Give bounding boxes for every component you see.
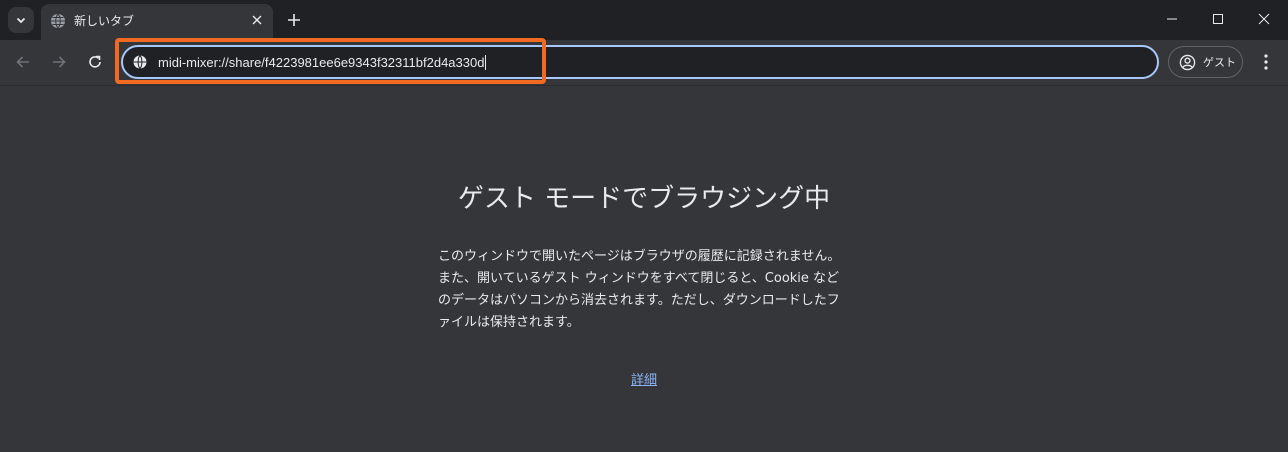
guest-mode-page: ゲスト モードでブラウジング中 このウィンドウで開いたページはブラウザの履歴に記… <box>0 86 1288 452</box>
reload-button[interactable] <box>80 47 110 77</box>
url-text[interactable]: midi-mixer://share/f4223981ee6e9343f3231… <box>158 54 487 71</box>
learn-more-container: 詳細 <box>0 369 1288 388</box>
globe-icon[interactable] <box>132 54 148 70</box>
arrow-right-icon <box>53 56 66 68</box>
window-close-button[interactable] <box>1241 0 1287 38</box>
profile-label: ゲスト <box>1203 56 1236 69</box>
profile-button[interactable]: ゲスト <box>1168 46 1243 78</box>
minimize-icon <box>1167 18 1177 20</box>
minimize-button[interactable] <box>1149 0 1195 38</box>
globe-icon <box>51 13 65 29</box>
toolbar: midi-mixer://share/f4223981ee6e9343f3231… <box>0 40 1288 86</box>
more-vertical-icon <box>1264 54 1268 70</box>
text-caret <box>485 55 487 70</box>
tab-new-tab[interactable]: 新しいタブ <box>41 4 273 40</box>
tab-title: 新しいタブ <box>74 14 135 28</box>
learn-more-link[interactable]: 詳細 <box>631 373 657 388</box>
new-tab-button[interactable] <box>281 7 307 33</box>
maximize-button[interactable] <box>1195 0 1241 38</box>
forward-button[interactable] <box>44 47 74 77</box>
tab-close-button[interactable] <box>247 10 267 30</box>
back-button[interactable] <box>8 47 38 77</box>
plus-icon <box>288 14 300 26</box>
menu-button[interactable] <box>1254 47 1278 77</box>
close-icon <box>1258 13 1270 25</box>
close-icon <box>252 15 262 25</box>
chevron-down-icon <box>16 17 26 24</box>
arrow-left-icon <box>16 56 29 68</box>
person-circle-icon <box>1179 54 1196 71</box>
tab-strip: 新しいタブ <box>0 0 1288 40</box>
page-title: ゲスト モードでブラウジング中 <box>457 184 831 214</box>
address-bar[interactable]: midi-mixer://share/f4223981ee6e9343f3231… <box>121 45 1159 79</box>
page-description: このウィンドウで開いたページはブラウザの履歴に記録されません。また、開いているゲ… <box>438 249 841 330</box>
reload-icon <box>89 55 101 68</box>
tab-search-button[interactable] <box>8 7 34 33</box>
maximize-icon <box>1213 14 1223 24</box>
